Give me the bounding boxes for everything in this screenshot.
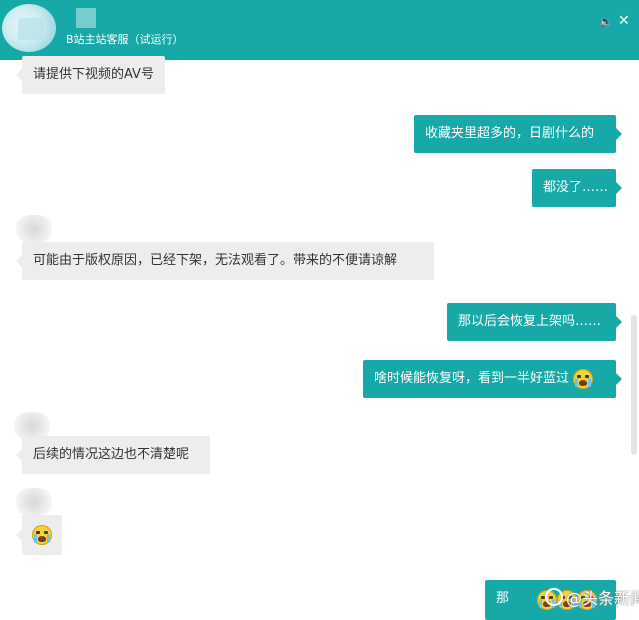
watermark-text: @头条新闻 [566, 589, 639, 608]
agent-avatar [16, 215, 52, 243]
toutiao-logo-icon [545, 588, 563, 606]
message-text: 那以后会恢复上架吗…… [458, 314, 602, 329]
message-text: 啥时候能恢复呀，看到一半好蓝过 [374, 371, 570, 386]
message-outgoing: 那以后会恢复上架吗…… [447, 303, 622, 341]
crying-face-icon [573, 368, 594, 389]
chat-area[interactable]: 请提供下视频的AV号 收藏夹里超多的，日剧什么的 都没了…… 可能由于版权原因，… [0, 56, 639, 620]
chat-title: B站主站客服（试运行） [66, 33, 184, 46]
message-incoming: 可能由于版权原因，已经下架，无法观看了。带来的不便请谅解 [16, 242, 434, 280]
speaker-icon[interactable]: 🔈 [599, 16, 613, 28]
message-text: 那 [496, 591, 510, 606]
blurred-icon [76, 8, 96, 28]
message-incoming: 请提供下视频的AV号 [16, 56, 165, 94]
agent-avatar [16, 488, 52, 516]
message-text: 可能由于版权原因，已经下架，无法观看了。带来的不便请谅解 [33, 253, 398, 268]
close-icon[interactable]: ✕ [618, 14, 632, 28]
crying-face-icon [32, 525, 52, 545]
message-text: 都没了…… [543, 180, 609, 195]
message-outgoing: 收藏夹里超多的，日剧什么的 [414, 115, 622, 153]
message-outgoing: 啥时候能恢复呀，看到一半好蓝过 [363, 360, 622, 398]
message-incoming-emoji [16, 515, 62, 555]
service-avatar [2, 4, 56, 52]
message-outgoing: 都没了…… [532, 169, 622, 207]
chat-header: B站主站客服（试运行） 🔈 ✕ [0, 0, 639, 60]
watermark: @头条新闻 [545, 585, 639, 609]
message-incoming: 后续的情况这边也不清楚呢 [16, 436, 210, 474]
message-text: 请提供下视频的AV号 [33, 67, 154, 82]
message-text: 收藏夹里超多的，日剧什么的 [425, 126, 595, 141]
chat-scrollbar[interactable] [631, 315, 637, 455]
message-text: 后续的情况这边也不清楚呢 [33, 447, 190, 462]
